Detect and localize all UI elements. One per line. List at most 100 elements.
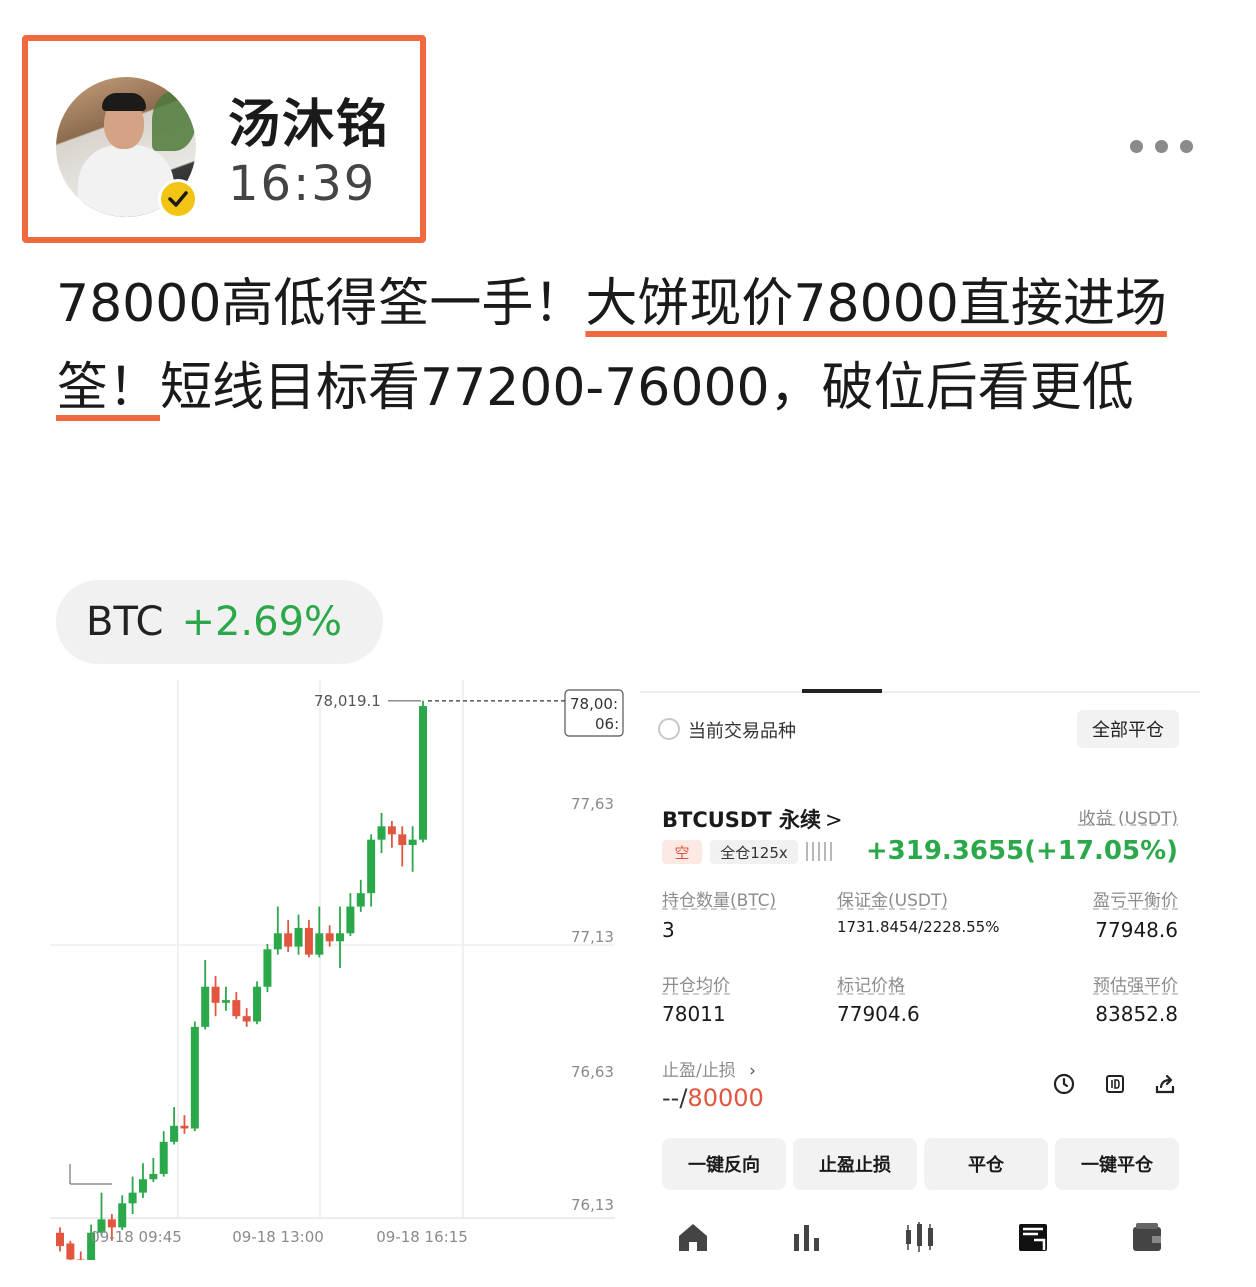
mark-label: 标记价格: [837, 976, 905, 996]
author-name[interactable]: 汤沐铭: [228, 82, 390, 157]
liq-label: 预估强平价: [1093, 976, 1178, 996]
candle-body: [387, 826, 396, 835]
post-time: 16:39: [228, 156, 377, 212]
markets-icon[interactable]: [790, 1220, 824, 1254]
last-price-countdown: 06:: [595, 715, 619, 733]
last-price-value: 78,00:: [570, 695, 618, 713]
side-badge: 空: [662, 840, 702, 864]
tpsl-button[interactable]: 止盈止损: [793, 1138, 917, 1190]
candle-body: [232, 1000, 241, 1017]
candle-body: [377, 826, 386, 840]
candle-body: [356, 893, 365, 907]
post-text-part2: 短线目标看77200-76000，破位后看更低: [160, 358, 1134, 418]
x-tick-label: 09-18 09:45: [90, 1228, 182, 1246]
avatar-plant: [152, 91, 196, 151]
candle-body: [149, 1173, 158, 1180]
qty-value: 3: [662, 918, 675, 942]
candle-body: [66, 1243, 75, 1260]
coin-tag-symbol: BTC: [86, 599, 164, 645]
pnl-value: +319.3655(+17.05%): [865, 836, 1178, 866]
leverage-badge[interactable]: 全仓125x: [710, 840, 798, 864]
candle-body: [419, 706, 427, 840]
candle-body: [294, 927, 303, 947]
candle-body: [56, 1232, 64, 1247]
price-chart[interactable]: 78,00:77,6377,1376,6376,1378,00:06:78,01…: [50, 680, 640, 1281]
candle-body: [367, 839, 376, 894]
margin-label: 保证金(USDT): [837, 891, 948, 911]
candle-body: [325, 933, 334, 942]
tpsl-value: --/80000: [662, 1084, 764, 1112]
candle-body: [118, 1203, 127, 1228]
candle-body: [76, 1259, 85, 1271]
tpsl-chevron-icon: ›: [749, 1061, 756, 1081]
entry-value: 78011: [662, 1002, 726, 1026]
candle-body: [253, 986, 262, 1022]
panel-divider: [640, 691, 1200, 693]
pair-name[interactable]: BTCUSDT 永续 >: [662, 804, 843, 834]
qty-label: 持仓数量(BTC): [662, 891, 777, 911]
breakeven-label: 盈亏平衡价: [1093, 891, 1178, 911]
candle-body: [128, 1192, 137, 1204]
candle-body: [201, 986, 210, 1027]
y-tick-label: 76,13: [571, 1196, 614, 1214]
verified-badge-icon: [158, 179, 198, 219]
price-chart-svg: 78,00:77,6377,1376,6376,1378,00:06:78,01…: [50, 680, 624, 1281]
candle-body: [221, 1000, 230, 1003]
more-options-icon[interactable]: [1130, 140, 1200, 156]
trade-icon[interactable]: [903, 1220, 937, 1254]
post-body: 78000高低得筌一手！大饼现价78000直接进场筌！短线目标看77200-76…: [56, 262, 1206, 430]
candle-body: [242, 1016, 251, 1022]
share-icon[interactable]: [1153, 1072, 1177, 1096]
position-id-icon[interactable]: [1103, 1072, 1127, 1096]
candle-body: [190, 1026, 199, 1129]
chevron-right-icon: >: [825, 808, 843, 832]
high-marker-label: 78,019.1: [314, 692, 381, 710]
candle-body: [138, 1179, 147, 1193]
post-text-part1: 78000高低得筌一手！: [56, 274, 586, 334]
candle-body: [107, 1219, 116, 1228]
pair-name-text: BTCUSDT 永续: [662, 808, 821, 832]
candle-body: [315, 933, 324, 955]
tpsl-label-text: 止盈/止损: [662, 1061, 736, 1081]
x-tick-label: 09-18 16:15: [376, 1228, 468, 1246]
margin-value: 1731.8454/2228.55%: [837, 918, 1000, 936]
candle-body: [336, 933, 345, 942]
candle-body: [170, 1125, 179, 1142]
liq-value: 83852.8: [1095, 1002, 1178, 1026]
coin-tag-change: +2.69%: [181, 599, 343, 645]
candle-body: [408, 839, 417, 846]
tp-value: --: [662, 1084, 680, 1112]
current-pair-radio[interactable]: [658, 718, 680, 740]
position-panel: 当前交易品种 全部平仓 BTCUSDT 永续 > 收益 (USDT) 空 全仓12…: [640, 680, 1200, 1280]
candle-body: [263, 949, 272, 987]
candle-body: [284, 933, 293, 947]
y-tick-label: 77,63: [571, 795, 614, 813]
futures-icon[interactable]: [1016, 1220, 1050, 1254]
coin-tag[interactable]: BTC +2.69%: [56, 580, 383, 664]
candle-body: [304, 927, 313, 955]
wallet-icon[interactable]: [1130, 1220, 1164, 1254]
history-clock-icon[interactable]: [1052, 1072, 1076, 1096]
close-all-button[interactable]: 全部平仓: [1077, 710, 1179, 748]
close-all-positions-button[interactable]: 一键平仓: [1055, 1138, 1179, 1190]
reverse-position-button[interactable]: 一键反向: [662, 1138, 786, 1190]
candle-body: [211, 986, 220, 1003]
avatar-hair: [102, 93, 146, 111]
tpsl-label[interactable]: 止盈/止损 ›: [662, 1056, 756, 1081]
current-pair-label[interactable]: 当前交易品种: [688, 717, 796, 743]
mark-value: 77904.6: [837, 1002, 920, 1026]
candle-body: [180, 1125, 189, 1129]
active-tab-indicator: [802, 689, 882, 693]
sl-value: 80000: [687, 1084, 764, 1112]
pnl-label: 收益 (USDT): [1078, 809, 1178, 829]
candle-body: [159, 1141, 168, 1174]
close-position-button[interactable]: 平仓: [924, 1138, 1048, 1190]
breakeven-value: 77948.6: [1095, 918, 1178, 942]
entry-label: 开仓均价: [662, 976, 730, 996]
candle-body: [346, 906, 355, 934]
y-tick-label: 77,13: [571, 928, 614, 946]
adl-indicator-icon: [806, 842, 832, 861]
home-icon[interactable]: [676, 1220, 710, 1254]
y-tick-label: 76,63: [571, 1063, 614, 1081]
candle-body: [273, 933, 282, 950]
